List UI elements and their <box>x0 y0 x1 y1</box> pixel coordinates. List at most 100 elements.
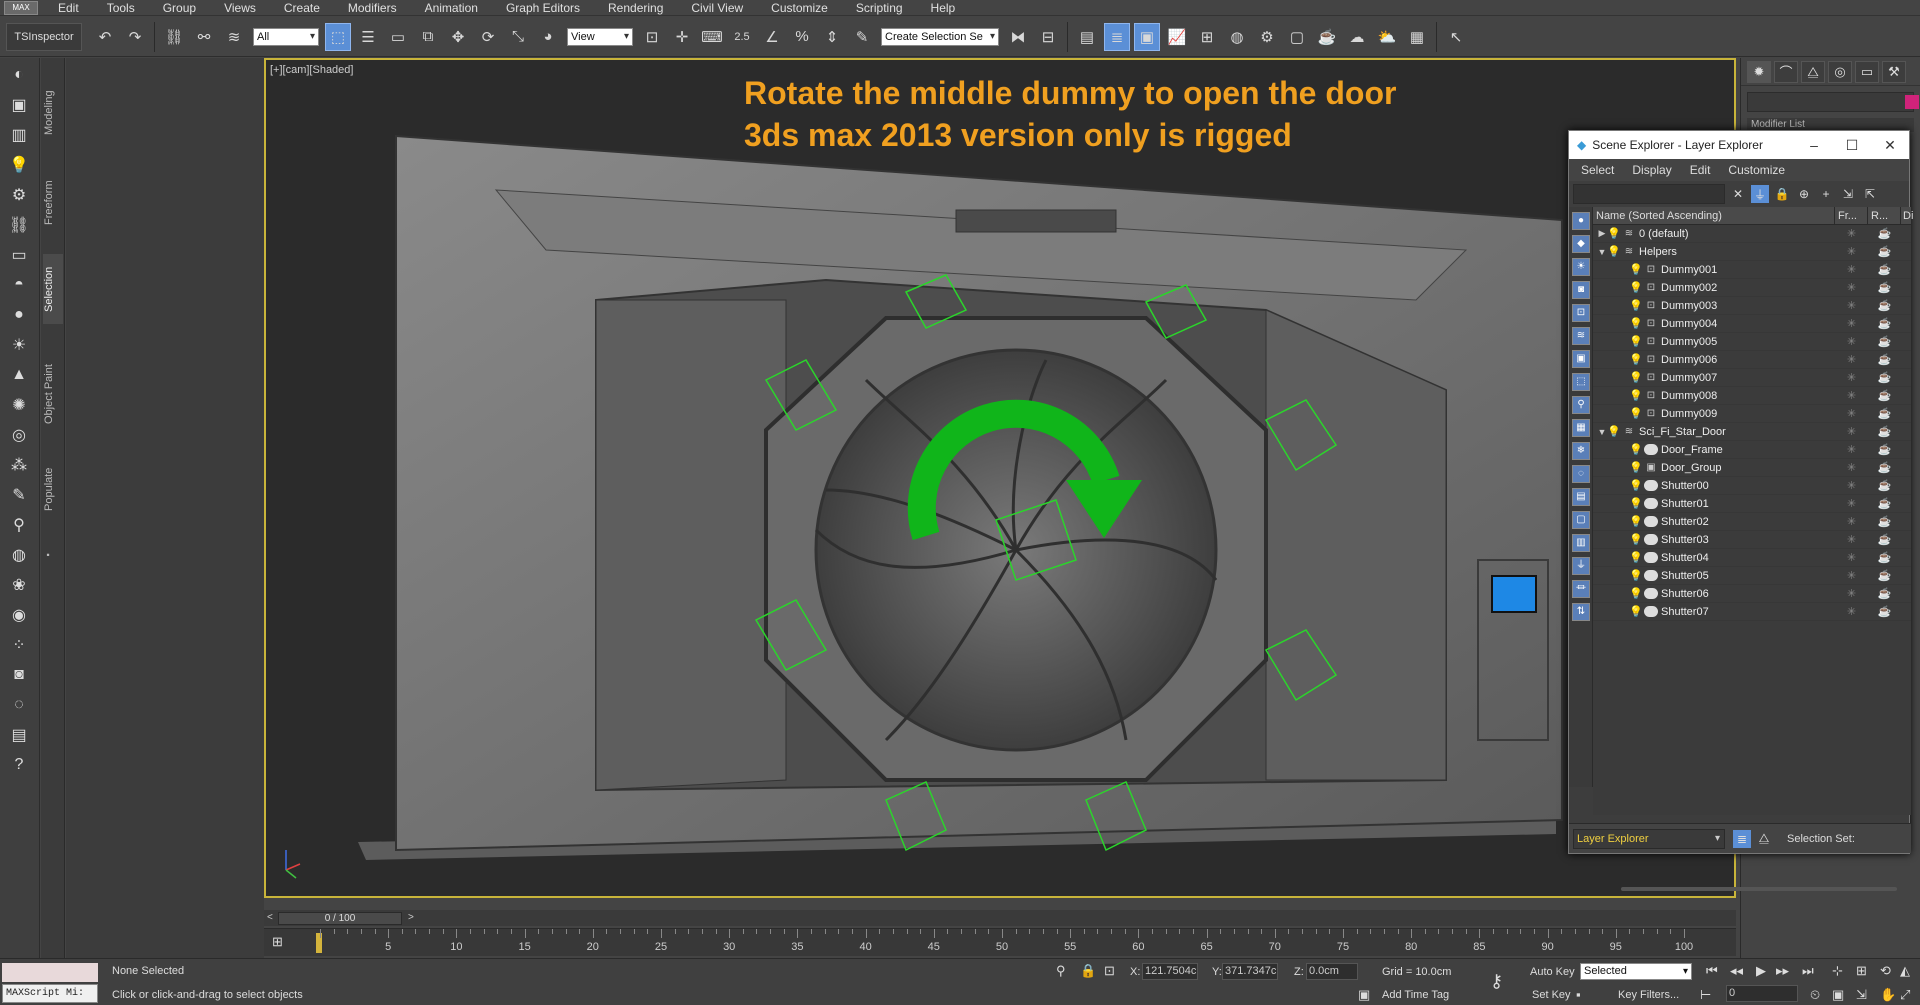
renderable-toggle-icon[interactable]: ☕ <box>1868 497 1901 510</box>
renderable-toggle-icon[interactable]: ☕ <box>1868 335 1901 348</box>
freeze-toggle-icon[interactable]: ✳ <box>1835 227 1868 240</box>
pan-icon[interactable]: ✋ <box>1880 987 1896 1003</box>
explorer-row[interactable]: 💡 Shutter00 ✳ ☕ <box>1593 477 1911 495</box>
explorer-row[interactable]: 💡 ⊡ Dummy007 ✳ ☕ <box>1593 369 1911 387</box>
window-crossing-icon[interactable]: ⧉ <box>415 23 441 51</box>
render-sphere-icon[interactable]: ◉ <box>6 602 32 628</box>
spinner-snap-icon[interactable]: ⇕ <box>819 23 845 51</box>
field-of-view-icon[interactable]: ◭ <box>1900 963 1910 979</box>
menu-group[interactable]: Group <box>149 1 210 15</box>
menu-help[interactable]: Help <box>917 1 970 15</box>
add-time-tag[interactable]: Add Time Tag <box>1382 989 1449 1001</box>
explorer-row[interactable]: 💡 ⊡ Dummy002 ✳ ☕ <box>1593 279 1911 297</box>
stack-icon[interactable]: ▤ <box>6 722 32 748</box>
explorer-row[interactable]: 💡 Door_Frame ✳ ☕ <box>1593 441 1911 459</box>
menu-customize[interactable]: Customize <box>757 1 842 15</box>
menu-civil-view[interactable]: Civil View <box>677 1 757 15</box>
explorer-row[interactable]: 💡 Shutter04 ✳ ☕ <box>1593 549 1911 567</box>
x-coordinate[interactable]: 121.7504c <box>1142 963 1198 980</box>
snap-icon[interactable]: ▣ <box>6 92 32 118</box>
renderable-toggle-icon[interactable]: ☕ <box>1868 461 1901 474</box>
row-name-cell[interactable]: 💡 Shutter05 <box>1593 569 1835 583</box>
sun-icon[interactable]: ✺ <box>6 392 32 418</box>
redo-icon[interactable]: ↷ <box>122 23 148 51</box>
undo-icon[interactable]: ↶ <box>92 23 118 51</box>
light-bulb-icon[interactable]: 💡 <box>1629 263 1643 276</box>
link-tool-icon[interactable]: ⛓ <box>6 212 32 238</box>
renderable-toggle-icon[interactable]: ☕ <box>1868 587 1901 600</box>
light-bulb-icon[interactable]: 💡 <box>1629 515 1643 528</box>
freeze-toggle-icon[interactable]: ✳ <box>1835 389 1868 402</box>
cone-icon[interactable]: ▲ <box>6 362 32 388</box>
explorer-row[interactable]: ▶ 💡 ≋ 0 (default) ✳ ☕ <box>1593 225 1911 243</box>
orbit-icon[interactable]: ⟲ <box>1880 963 1891 979</box>
hierarchy-tab-icon[interactable]: ⧋ <box>1801 60 1825 83</box>
renderable-toggle-icon[interactable]: ☕ <box>1868 515 1901 528</box>
renderable-toggle-icon[interactable]: ☕ <box>1868 227 1901 240</box>
modify-tab-icon[interactable]: ⌒ <box>1774 60 1798 83</box>
renderable-toggle-icon[interactable]: ☕ <box>1868 263 1901 276</box>
freeze-toggle-icon[interactable]: ✳ <box>1835 281 1868 294</box>
explorer-row[interactable]: 💡 ⊡ Dummy005 ✳ ☕ <box>1593 333 1911 351</box>
display-none-icon[interactable]: ▢ <box>1572 511 1590 529</box>
bind-space-warp-icon[interactable]: ≋ <box>221 23 247 51</box>
angle-snap-icon[interactable]: ∠ <box>759 23 785 51</box>
render-production-icon[interactable]: ☕ <box>1314 23 1340 51</box>
link-icon[interactable]: ⛓ <box>161 23 187 51</box>
paint-icon[interactable]: ✎ <box>6 482 32 508</box>
lock-icon[interactable]: 🔒 <box>1773 185 1791 203</box>
curve-editor-icon[interactable]: 📈 <box>1164 23 1190 51</box>
maxscript-mini-listener[interactable]: MAXScript Mi: <box>2 984 98 1003</box>
minimize-icon[interactable]: – <box>1795 137 1833 153</box>
explorer-row[interactable]: 💡 ▣ Door_Group ✳ ☕ <box>1593 459 1911 477</box>
isolate-icon[interactable]: ⚲ <box>1056 963 1066 979</box>
menu-create[interactable]: Create <box>270 1 334 15</box>
explorer-row[interactable]: 💡 Shutter07 ✳ ☕ <box>1593 603 1911 621</box>
filter-cameras-icon[interactable]: ◙ <box>1572 281 1590 299</box>
row-name-cell[interactable]: 💡 ⊡ Dummy003 <box>1593 299 1835 313</box>
light-bulb-icon[interactable]: 💡 <box>1629 551 1643 564</box>
close-icon[interactable]: ✕ <box>1871 137 1909 154</box>
move-icon[interactable]: ✥ <box>445 23 471 51</box>
helpers-icon[interactable]: ⚙ <box>6 182 32 208</box>
light-bulb-icon[interactable]: 💡 <box>1629 407 1643 420</box>
freeze-toggle-icon[interactable]: ✳ <box>1835 497 1868 510</box>
expand-toggle-icon[interactable]: ▼ <box>1597 427 1607 437</box>
column-display[interactable]: Di <box>1901 207 1913 224</box>
renderable-toggle-icon[interactable]: ☕ <box>1868 317 1901 330</box>
row-name-cell[interactable]: ▼ 💡 ≋ Helpers <box>1593 245 1835 259</box>
scale-icon[interactable]: ⤡ <box>505 23 531 51</box>
invert-display-icon[interactable]: ▥ <box>1572 534 1590 552</box>
layer-filter-icon[interactable]: ⏛ <box>1572 580 1590 598</box>
tab-selection[interactable]: Selection <box>43 254 63 324</box>
time-config-icon[interactable]: ⏲ <box>1810 987 1820 1003</box>
freeze-toggle-icon[interactable]: ✳ <box>1835 245 1868 258</box>
key-small-icon[interactable]: ▪ <box>1576 987 1581 1002</box>
filter-geometry-icon[interactable]: ● <box>1572 212 1590 230</box>
toggle-ribbon-icon[interactable]: ▣ <box>1134 22 1160 51</box>
filter-containers-icon[interactable]: ▦ <box>1572 419 1590 437</box>
freeze-toggle-icon[interactable]: ✳ <box>1835 371 1868 384</box>
explorer-row[interactable]: ▼ 💡 ≋ Sci_Fi_Star_Door ✳ ☕ <box>1593 423 1911 441</box>
viewport-max-icon[interactable]: ▣ <box>1832 987 1844 1003</box>
max-logo[interactable]: MAX <box>4 0 38 15</box>
menu-tools[interactable]: Tools <box>93 1 149 15</box>
explorer-hscrollbar[interactable] <box>1621 887 1897 891</box>
filter-bones-icon[interactable]: ⚲ <box>1572 396 1590 414</box>
tsinspector-button[interactable]: TSInspector <box>6 22 82 51</box>
row-name-cell[interactable]: 💡 Shutter00 <box>1593 479 1835 493</box>
sort-icon[interactable]: ⇅ <box>1572 603 1590 621</box>
menu-rendering[interactable]: Rendering <box>594 1 677 15</box>
time-slider[interactable]: 0 / 100 <box>278 912 402 925</box>
help-icon[interactable]: ? <box>6 752 32 778</box>
renderable-toggle-icon[interactable]: ☕ <box>1868 245 1901 258</box>
select-icon[interactable]: ▥ <box>6 122 32 148</box>
toggle-scene-explorer-icon[interactable]: ▤ <box>1074 23 1100 51</box>
renderable-toggle-icon[interactable]: ☕ <box>1868 443 1901 456</box>
row-name-cell[interactable]: 💡 Shutter07 <box>1593 605 1835 619</box>
go-to-end-icon[interactable]: ⏭ <box>1802 963 1814 979</box>
renderable-toggle-icon[interactable]: ☕ <box>1868 371 1901 384</box>
row-name-cell[interactable]: 💡 Shutter03 <box>1593 533 1835 547</box>
explorer-menu-customize[interactable]: Customize <box>1728 163 1785 177</box>
layer-add-icon[interactable]: ⊕ <box>1795 185 1813 203</box>
